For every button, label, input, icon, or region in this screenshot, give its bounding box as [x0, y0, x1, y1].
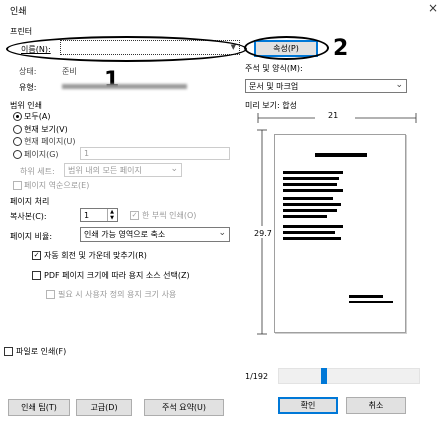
range-current-view-radio[interactable] [13, 125, 22, 134]
slider-thumb[interactable] [321, 368, 327, 384]
summarize-comments-button[interactable]: 주석 요약(U) [144, 399, 224, 416]
range-pages-radio[interactable] [13, 150, 22, 159]
preview-page-slider[interactable] [278, 368, 420, 384]
redacted-printer-type [62, 84, 187, 89]
range-current-view-label[interactable]: 현재 보기(V) [24, 124, 68, 135]
print-range-group-label: 범위 인쇄 [10, 101, 42, 110]
print-to-file-label[interactable]: 파일로 인쇄(F) [16, 346, 66, 357]
paper-source-checkbox[interactable] [32, 271, 41, 280]
range-subset-label: 하위 세트: [20, 167, 55, 176]
printer-group-label: 프린터 [10, 27, 33, 36]
comments-forms-dropdown[interactable]: 문서 및 마크업 ⌄ [245, 79, 407, 93]
custom-paper-checkbox[interactable] [46, 290, 55, 299]
range-pages-input[interactable]: 1 [80, 147, 230, 160]
range-pages-label[interactable]: 페이지(G) [24, 149, 59, 160]
range-subset-value: 범위 내의 모든 페이지 [68, 166, 142, 175]
preview-height-dimension: 29.7 [254, 229, 272, 238]
range-current-page-radio[interactable] [13, 137, 22, 146]
reverse-pages-checkbox[interactable] [13, 181, 22, 190]
printer-status-value: 준비 [62, 67, 77, 76]
callout-oval-properties [244, 36, 329, 60]
chevron-down-icon: ⌄ [395, 80, 403, 90]
ok-button[interactable]: 확인 [278, 397, 338, 414]
copies-input[interactable]: 1 ▲ ▼ [80, 208, 118, 222]
auto-rotate-label[interactable]: 자동 회전 및 가운데 맞추기(R) [44, 250, 147, 261]
copies-value: 1 [84, 211, 90, 220]
chevron-down-icon: ⌄ [170, 164, 178, 174]
page-handling-group-label: 페이지 처리 [10, 197, 50, 206]
advanced-button[interactable]: 고급(D) [76, 399, 132, 416]
close-icon[interactable]: × [428, 1, 438, 15]
range-subset-dropdown[interactable]: 범위 내의 모든 페이지 ⌄ [64, 163, 182, 177]
print-tips-button[interactable]: 인쇄 팁(T) [8, 399, 70, 416]
custom-paper-label[interactable]: 필요 시 사용자 정의 용지 크기 사용 [58, 289, 176, 300]
printer-status-label: 상태: [19, 67, 37, 76]
callout-oval-printer-name [6, 36, 247, 62]
collate-checkbox[interactable]: ✓ [130, 211, 139, 220]
copies-label: 복사본(C): [10, 212, 47, 221]
comments-forms-value: 문서 및 마크업 [249, 82, 299, 91]
cancel-button[interactable]: 취소 [346, 397, 406, 414]
preview-page-thumbnail [274, 134, 406, 333]
comments-forms-label: 주석 및 양식(M): [245, 64, 303, 73]
page-scaling-dropdown[interactable]: 인쇄 가능 영역으로 축소 ⌄ [80, 227, 230, 242]
range-current-page-label[interactable]: 현재 페이지(U) [24, 136, 75, 147]
printer-type-label: 유형: [19, 83, 37, 92]
print-to-file-checkbox[interactable] [4, 347, 13, 356]
page-scaling-label: 페이지 비율: [10, 232, 53, 241]
page-scaling-value: 인쇄 가능 영역으로 축소 [84, 230, 166, 239]
range-all-label[interactable]: 모두(A) [24, 111, 50, 122]
preview-width-dimension: 21 [328, 111, 339, 120]
auto-rotate-checkbox[interactable]: ✓ [32, 251, 41, 260]
reverse-pages-label[interactable]: 페이지 역순으로(E) [24, 180, 89, 191]
stepper-icon[interactable]: ▲ ▼ [107, 209, 116, 221]
page-counter: 1/192 [245, 372, 269, 381]
collate-label[interactable]: 한 부씩 인쇄(O) [142, 210, 196, 221]
paper-source-label[interactable]: PDF 페이지 크기에 따라 용지 소스 선택(Z) [44, 270, 190, 281]
callout-number-2: 2 [333, 36, 349, 61]
range-all-radio[interactable] [13, 112, 22, 121]
chevron-down-icon: ⌄ [218, 228, 226, 238]
window-title: 인쇄 [10, 7, 27, 17]
